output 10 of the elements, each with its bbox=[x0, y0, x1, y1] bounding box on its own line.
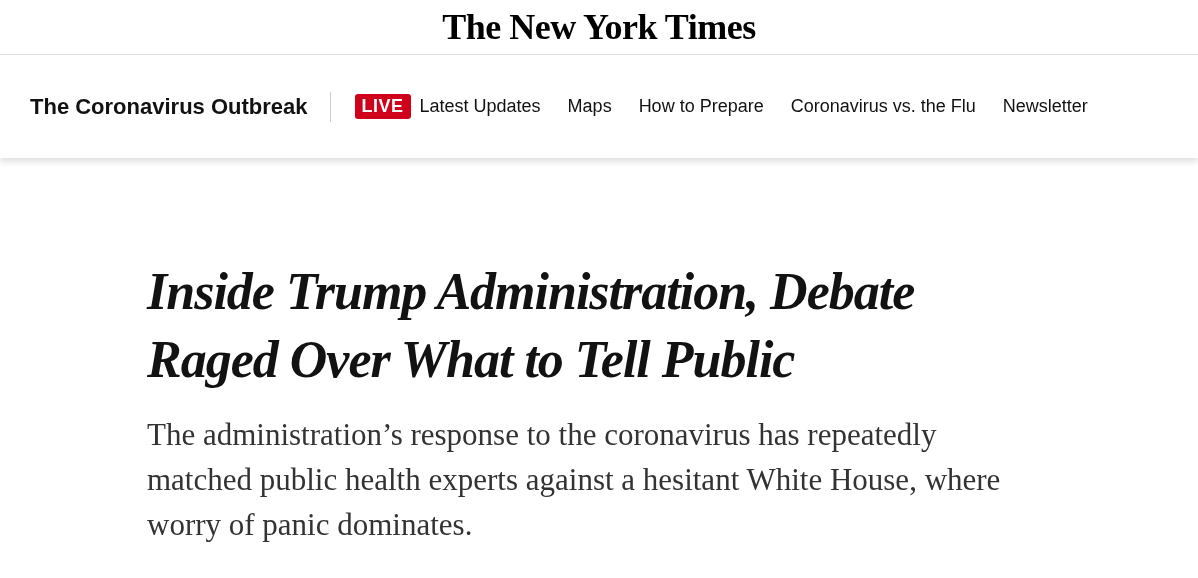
live-badge: LIVE bbox=[354, 94, 411, 119]
nav-link[interactable]: Maps bbox=[567, 96, 612, 117]
section-title[interactable]: The Coronavirus Outbreak bbox=[30, 91, 331, 122]
article-headline: Inside Trump Administration, Debate Raged Over What to Tell Public bbox=[147, 262, 916, 390]
article-summary: The administration’s response to the coronavirus has repeatedly matched public health experts against a hesitant White House, where worry of panic dominates. bbox=[147, 416, 1002, 544]
nav-link[interactable]: Latest Updates bbox=[419, 96, 541, 117]
nav-link[interactable]: How to Prepare bbox=[638, 96, 764, 117]
nav-link[interactable]: Coronavirus vs. the Flu bbox=[790, 96, 976, 117]
nav-link[interactable]: Newsletter bbox=[1002, 96, 1088, 117]
masthead-logo[interactable]: The New York Times bbox=[442, 6, 756, 48]
